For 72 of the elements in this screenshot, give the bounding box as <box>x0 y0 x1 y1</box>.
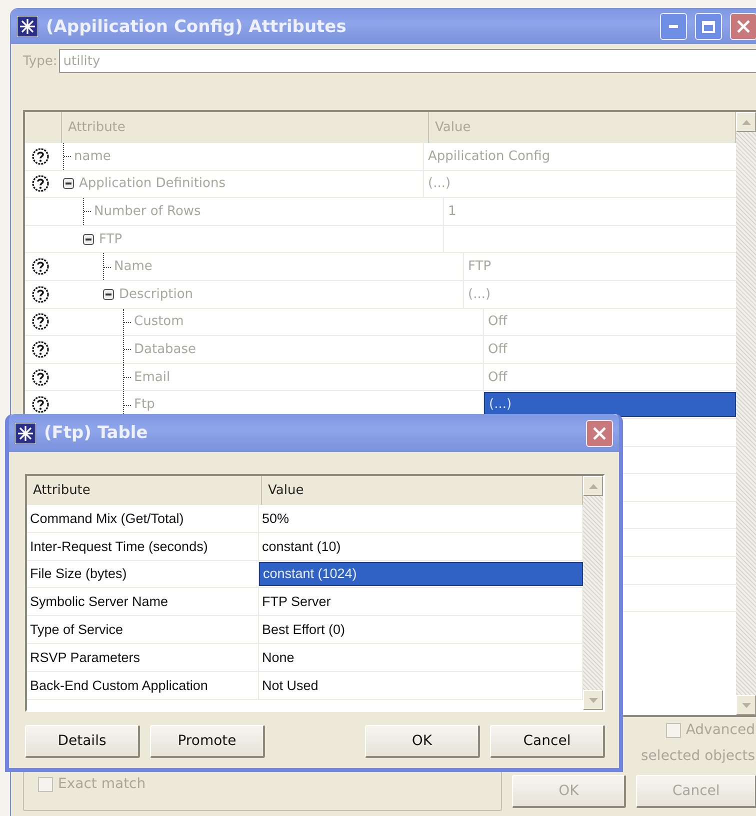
attribute-name[interactable]: name <box>74 148 111 164</box>
dialog-title: (Ftp) Table <box>44 423 149 443</box>
attribute-name[interactable]: Name <box>114 259 152 274</box>
help-icon <box>32 313 48 330</box>
down-arrow-icon <box>588 698 598 702</box>
help-icon <box>32 258 48 276</box>
up-arrow-icon <box>742 120 750 124</box>
attribute-value[interactable]: (...) <box>428 176 451 192</box>
advanced-checkbox[interactable]: Advanced <box>666 722 755 738</box>
help-icon <box>32 340 48 358</box>
help-icon <box>32 368 48 386</box>
attribute-name[interactable]: Number of Rows <box>94 204 201 219</box>
type-field[interactable]: utility <box>59 49 756 73</box>
close-button[interactable] <box>730 13 756 40</box>
close-icon <box>593 426 606 440</box>
minimize-icon <box>669 25 678 28</box>
attribute-value[interactable]: 1 <box>448 204 456 219</box>
help-icon <box>32 286 48 303</box>
app-icon <box>15 422 36 444</box>
attribute-name[interactable]: Application Definitions <box>79 176 226 192</box>
exact-match-checkbox[interactable]: Exact match <box>38 776 146 792</box>
help-icon <box>32 175 48 192</box>
up-arrow-icon <box>588 484 598 488</box>
collapse-icon[interactable] <box>83 234 94 245</box>
close-button[interactable] <box>586 420 613 446</box>
scrollbar[interactable] <box>583 476 603 710</box>
attribute-name[interactable]: Custom <box>134 314 184 330</box>
dialog-button[interactable]: Promote <box>150 725 265 758</box>
maximize-icon <box>702 20 715 32</box>
attribute-name[interactable]: Back-End Custom Application <box>27 672 259 699</box>
attribute-name[interactable]: Symbolic Server Name <box>27 588 259 616</box>
scrollbar[interactable] <box>736 112 756 715</box>
column-header[interactable]: Attribute <box>62 112 429 143</box>
minimize-button[interactable] <box>660 13 687 40</box>
attribute-name[interactable]: FTP <box>99 232 122 247</box>
attribute-name[interactable]: Inter-Request Time (seconds) <box>27 532 259 560</box>
attribute-value[interactable]: constant (1024) <box>259 562 583 586</box>
ok-button[interactable]: OK <box>512 774 626 808</box>
attribute-name[interactable]: Description <box>119 286 194 302</box>
attribute-name[interactable]: Command Mix (Get/Total) <box>27 505 259 532</box>
column-header[interactable]: Attribute <box>27 476 262 505</box>
scroll-down-button[interactable] <box>736 695 756 715</box>
attribute-value[interactable]: Off <box>488 342 508 357</box>
attribute-value[interactable]: (...) <box>489 397 512 412</box>
cancel-button[interactable]: Cancel <box>636 774 756 808</box>
attribute-value[interactable]: Off <box>488 370 508 385</box>
attribute-name[interactable]: Ftp <box>134 397 155 412</box>
dialog-button[interactable]: Details <box>25 725 140 758</box>
close-icon <box>737 20 750 33</box>
attribute-name[interactable]: RSVP Parameters <box>27 644 259 671</box>
attribute-value[interactable]: FTP <box>468 259 492 274</box>
help-icon <box>32 148 48 165</box>
attribute-name[interactable]: Database <box>134 342 196 357</box>
attribute-name[interactable]: Email <box>134 370 170 385</box>
attribute-value[interactable]: Off <box>488 314 508 330</box>
scroll-up-button[interactable] <box>736 112 756 132</box>
attribute-value[interactable]: Appilication Config <box>428 148 550 164</box>
help-icon <box>32 396 48 414</box>
down-arrow-icon <box>742 702 750 708</box>
dialog-button[interactable]: Cancel <box>490 725 605 758</box>
attribute-value[interactable]: (...) <box>468 286 491 302</box>
window-title: (Appilication Config) Attributes <box>46 16 348 36</box>
maximize-button[interactable] <box>695 13 722 40</box>
type-label: Type: <box>23 54 58 68</box>
selected-objects-text: selected objects <box>641 748 755 764</box>
app-icon <box>17 16 38 37</box>
attribute-name[interactable]: Type of Service <box>27 616 259 643</box>
scroll-down-button[interactable] <box>583 690 603 710</box>
collapse-icon[interactable] <box>103 288 114 300</box>
scroll-up-button[interactable] <box>583 476 603 496</box>
dialog-button[interactable]: OK <box>365 725 480 758</box>
collapse-icon[interactable] <box>63 178 74 190</box>
